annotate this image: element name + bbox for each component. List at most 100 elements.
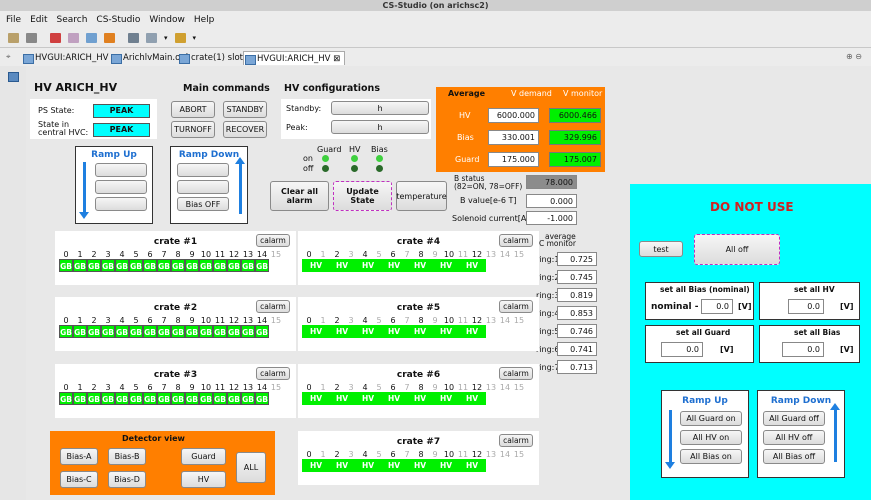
tab-hvgui-1[interactable]: HVGUI:ARICH_HV (22, 51, 108, 65)
gb-slot-cell[interactable]: GB (213, 325, 227, 338)
hv-slot-cell[interactable]: HV (302, 459, 330, 472)
hv-slot-cell[interactable]: HV (432, 459, 460, 472)
calarm-button[interactable]: calarm (256, 234, 290, 247)
hv-slot-cell[interactable]: HV (406, 459, 434, 472)
hv-slot-cell[interactable]: HV (328, 392, 356, 405)
all-guard-on-button[interactable]: All Guard on (680, 411, 742, 426)
layout-icon[interactable] (146, 32, 157, 43)
test-button[interactable]: test (639, 241, 683, 257)
ramp-up-button-3[interactable] (95, 197, 147, 211)
all-bias-off-button[interactable]: All Bias off (763, 449, 825, 464)
gb-slot-cell[interactable]: GB (227, 259, 241, 272)
hv-slot-cell[interactable]: HV (380, 392, 408, 405)
gb-slot-cell[interactable]: GB (185, 392, 199, 405)
hv-slot-cell[interactable]: HV (458, 392, 486, 405)
edit-icon[interactable] (68, 32, 79, 43)
hv-slot-cell[interactable]: HV (302, 325, 330, 338)
hv-slot-cell[interactable]: HV (458, 459, 486, 472)
avg-bias-demand[interactable]: 330.001 (488, 130, 539, 145)
gb-slot-cell[interactable]: GB (129, 325, 143, 338)
ramp-up-button-1[interactable] (95, 163, 147, 177)
gb-slot-cell[interactable]: GB (87, 392, 101, 405)
update-state-button[interactable]: Update State (333, 181, 392, 211)
gb-slot-cell[interactable]: GB (87, 259, 101, 272)
peak-config-button[interactable]: h (331, 120, 429, 134)
standby-config-button[interactable]: h (331, 101, 429, 115)
gb-slot-cell[interactable]: GB (129, 259, 143, 272)
hv-slot-cell[interactable]: HV (328, 325, 356, 338)
hv-view-button[interactable]: HV (181, 471, 226, 488)
all-bias-on-button[interactable]: All Bias on (680, 449, 742, 464)
gb-slot-cell[interactable]: GB (199, 392, 213, 405)
hv-slot-cell[interactable]: HV (302, 259, 330, 272)
hv-slot-cell[interactable]: HV (406, 325, 434, 338)
turnoff-button[interactable]: TURNOFF (171, 121, 215, 138)
gb-slot-cell[interactable]: GB (87, 325, 101, 338)
gb-slot-cell[interactable]: GB (73, 392, 87, 405)
tab-arichlvmain[interactable]: ArichlvMain.opi (110, 51, 188, 65)
view-icon[interactable] (8, 72, 19, 82)
temperature-button[interactable]: temperature (396, 181, 447, 211)
gb-slot-cell[interactable]: GB (101, 259, 115, 272)
bias-off-button[interactable]: Bias OFF (177, 197, 229, 211)
gb-slot-cell[interactable]: GB (227, 325, 241, 338)
gb-slot-cell[interactable]: GB (255, 325, 269, 338)
calarm-button[interactable]: calarm (499, 300, 533, 313)
nominal-input[interactable]: 0.0 (701, 299, 733, 314)
gb-slot-cell[interactable]: GB (59, 259, 73, 272)
set-bias-input[interactable]: 0.0 (782, 342, 824, 357)
gb-slot-cell[interactable]: GB (129, 392, 143, 405)
all-hv-on-button[interactable]: All HV on (680, 430, 742, 445)
gb-slot-cell[interactable]: GB (143, 392, 157, 405)
save-icon[interactable] (26, 32, 37, 43)
hv-slot-cell[interactable]: HV (380, 259, 408, 272)
gb-slot-cell[interactable]: GB (241, 392, 255, 405)
hv-slot-cell[interactable]: HV (458, 259, 486, 272)
gb-slot-cell[interactable]: GB (241, 325, 255, 338)
run-icon[interactable] (50, 32, 61, 43)
gb-slot-cell[interactable]: GB (213, 259, 227, 272)
avg-hv-demand[interactable]: 6000.000 (488, 108, 539, 123)
bias-b-button[interactable]: Bias-B (108, 448, 146, 465)
menu-search[interactable]: Search (57, 15, 88, 25)
hv-slot-cell[interactable]: HV (432, 392, 460, 405)
menu-help[interactable]: Help (194, 15, 215, 25)
hv-slot-cell[interactable]: HV (406, 259, 434, 272)
menu-window[interactable]: Window (149, 15, 185, 25)
gb-slot-cell[interactable]: GB (171, 325, 185, 338)
gb-slot-cell[interactable]: GB (101, 325, 115, 338)
hv-slot-cell[interactable]: HV (406, 392, 434, 405)
gb-slot-cell[interactable]: GB (59, 325, 73, 338)
hv-slot-cell[interactable]: HV (302, 392, 330, 405)
standby-button[interactable]: STANDBY (223, 101, 267, 118)
gb-slot-cell[interactable]: GB (255, 259, 269, 272)
bias-c-button[interactable]: Bias-C (60, 471, 98, 488)
menu-file[interactable]: File (6, 15, 21, 25)
hv-slot-cell[interactable]: HV (380, 325, 408, 338)
calarm-button[interactable]: calarm (499, 367, 533, 380)
hv-slot-cell[interactable]: HV (354, 259, 382, 272)
hv-slot-cell[interactable]: HV (432, 325, 460, 338)
gb-slot-cell[interactable]: GB (255, 392, 269, 405)
gb-slot-cell[interactable]: GB (185, 325, 199, 338)
hv-slot-cell[interactable]: HV (328, 259, 356, 272)
display-icon[interactable] (86, 32, 97, 43)
tab-hvgui-active[interactable]: HVGUI:ARICH_HV ⊠ (243, 51, 346, 65)
gb-slot-cell[interactable]: GB (227, 392, 241, 405)
gb-slot-cell[interactable]: GB (101, 392, 115, 405)
menu-edit[interactable]: Edit (30, 15, 47, 25)
gb-slot-cell[interactable]: GB (59, 392, 73, 405)
avg-guard-demand[interactable]: 175.000 (488, 152, 539, 167)
gb-slot-cell[interactable]: GB (171, 259, 185, 272)
set-hv-input[interactable]: 0.0 (788, 299, 824, 314)
calarm-button[interactable]: calarm (499, 234, 533, 247)
grid-icon[interactable] (128, 32, 139, 43)
bias-a-button[interactable]: Bias-A (60, 448, 98, 465)
zoom-icon[interactable]: ⊕ ⊖ (846, 52, 862, 61)
bias-d-button[interactable]: Bias-D (108, 471, 146, 488)
hv-slot-cell[interactable]: HV (354, 392, 382, 405)
all-off-button[interactable]: All off (694, 234, 780, 265)
guard-view-button[interactable]: Guard (181, 448, 226, 465)
ramp-up-button-2[interactable] (95, 180, 147, 194)
gb-slot-cell[interactable]: GB (157, 392, 171, 405)
